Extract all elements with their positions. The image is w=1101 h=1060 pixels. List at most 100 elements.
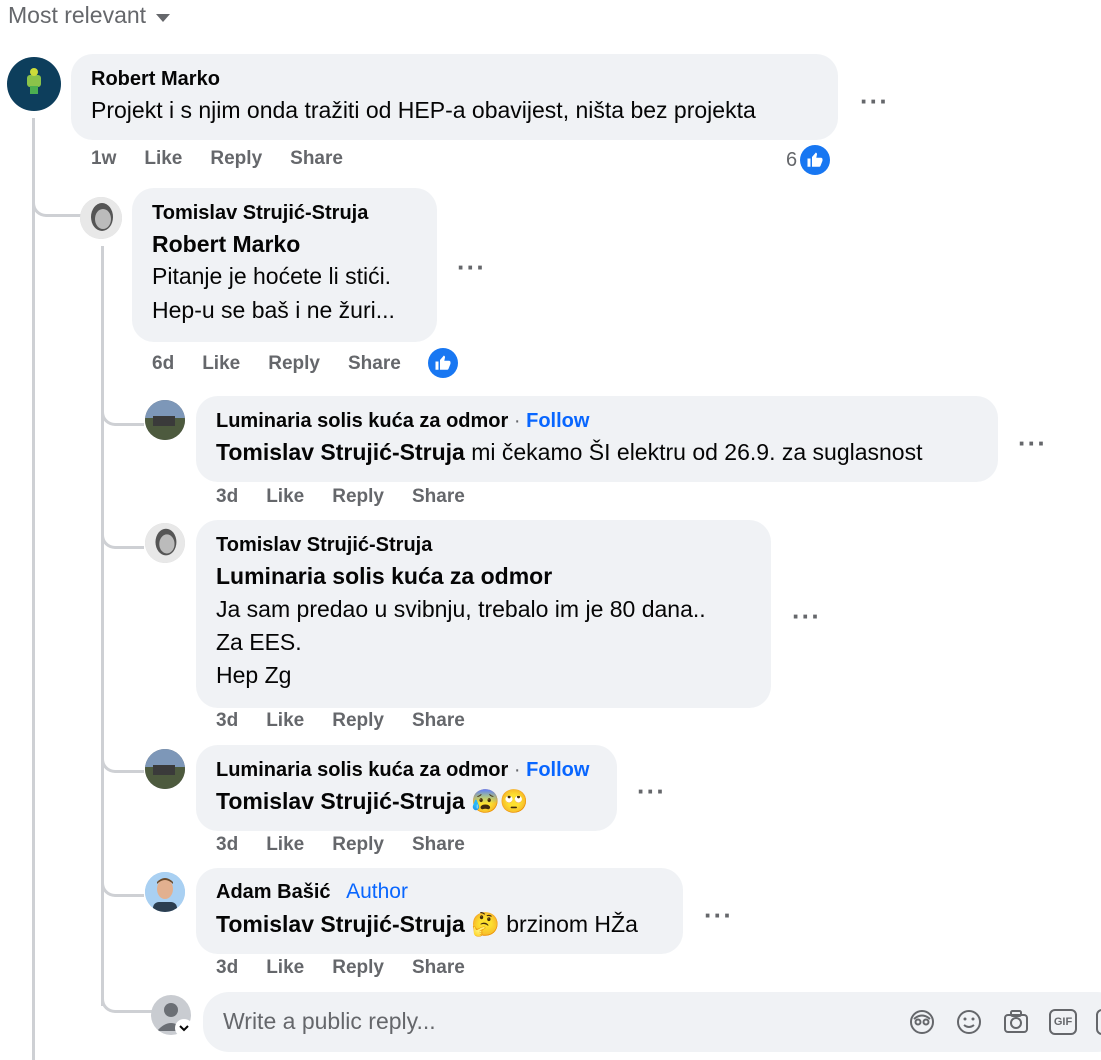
- comment-author[interactable]: Tomislav Strujić-Struja: [216, 534, 432, 557]
- comment-bubble: Tomislav Strujić-Struja Luminaria solis …: [196, 520, 771, 708]
- comment-actions: 3d Like Reply Share: [216, 957, 493, 979]
- camera-icon[interactable]: [1002, 1008, 1030, 1041]
- comment-bubble: Tomislav Strujić-Struja Robert Marko Pit…: [132, 188, 437, 342]
- person-icon: [145, 523, 185, 563]
- photo-icon: [145, 400, 185, 440]
- thread-connector: [101, 856, 144, 897]
- thread-connector: [32, 170, 81, 217]
- comment-actions: 1w Like Reply Share: [91, 148, 371, 170]
- comment-body: Tomislav Strujić-Struja mi čekamo ŠI ele…: [216, 436, 923, 469]
- more-options-button[interactable]: ···: [637, 778, 666, 804]
- share-button[interactable]: Share: [412, 834, 465, 856]
- comment-actions: 3d Like Reply Share: [216, 710, 493, 732]
- comment-bubble: Robert Marko Projekt i s njim onda traži…: [71, 54, 838, 140]
- mention-link[interactable]: Robert Marko: [152, 228, 300, 261]
- reply-input[interactable]: Write a public reply... GIF: [203, 992, 1101, 1052]
- more-options-button[interactable]: ···: [1018, 430, 1047, 456]
- sticker-icon[interactable]: [1096, 1009, 1101, 1035]
- avatar[interactable]: [80, 197, 122, 239]
- like-button[interactable]: Like: [266, 834, 304, 856]
- logo-icon: [27, 68, 41, 94]
- like-button[interactable]: Like: [266, 486, 304, 508]
- mention-link[interactable]: Tomislav Strujić-Struja: [216, 439, 465, 465]
- comment-body: Tomislav Strujić-Struja 🤔 brzinom HŽa: [216, 908, 638, 941]
- reply-button[interactable]: Reply: [210, 148, 262, 170]
- emoji: 😰🙄: [471, 788, 529, 814]
- avatar-sticker-icon[interactable]: [908, 1008, 936, 1041]
- thumbs-up-icon[interactable]: [428, 348, 458, 378]
- avatar[interactable]: [7, 57, 61, 111]
- comment-author[interactable]: Robert Marko: [91, 68, 220, 91]
- avatar[interactable]: [145, 872, 185, 912]
- comment-bubble: Adam Bašić Author Tomislav Strujić-Struj…: [196, 868, 683, 954]
- like-button[interactable]: Like: [266, 710, 304, 732]
- comment-time[interactable]: 3d: [216, 834, 238, 856]
- comment-author[interactable]: Luminaria solis kuća za odmor: [216, 410, 508, 432]
- share-button[interactable]: Share: [290, 148, 343, 170]
- comment-author[interactable]: Adam Bašić: [216, 881, 331, 903]
- comment-bubble: Luminaria solis kuća za odmor · Follow T…: [196, 745, 617, 831]
- comment-time[interactable]: 3d: [216, 486, 238, 508]
- comment-time[interactable]: 3d: [216, 957, 238, 979]
- mention-link[interactable]: Luminaria solis kuća za odmor: [216, 560, 552, 593]
- comment-author[interactable]: Luminaria solis kuća za odmor: [216, 759, 508, 781]
- share-button[interactable]: Share: [412, 957, 465, 979]
- comment-text-line: Hep Zg: [216, 662, 292, 688]
- separator: ·: [513, 759, 521, 781]
- follow-button[interactable]: Follow: [526, 410, 589, 432]
- reply-button[interactable]: Reply: [332, 486, 384, 508]
- thread-line: [32, 118, 35, 1060]
- comment-header: Luminaria solis kuća za odmor · Follow: [216, 410, 589, 433]
- comment-text-line: Pitanje je hoćete li stići.: [152, 263, 392, 289]
- comment-text-line: Ja sam predao u svibnju, trebalo im je 8…: [216, 596, 706, 622]
- like-button[interactable]: Like: [266, 957, 304, 979]
- chevron-down-icon: [175, 1019, 193, 1037]
- sort-label: Most relevant: [8, 2, 147, 28]
- comment-text: mi čekamo ŠI elektru od 26.9. za suglasn…: [471, 439, 923, 465]
- avatar[interactable]: [145, 400, 185, 440]
- caret-down-icon: [156, 13, 171, 22]
- mention-link[interactable]: Tomislav Strujić-Struja: [216, 788, 465, 814]
- gif-icon[interactable]: GIF: [1049, 1009, 1077, 1035]
- account-switcher[interactable]: [151, 995, 195, 1039]
- separator: ·: [513, 410, 521, 432]
- comment-text-line: Za EES.: [216, 629, 302, 655]
- more-options-button[interactable]: ···: [704, 902, 733, 928]
- comment-time[interactable]: 6d: [152, 353, 174, 375]
- more-options-button[interactable]: ···: [792, 603, 821, 629]
- reply-button[interactable]: Reply: [268, 353, 320, 375]
- person-icon: [80, 197, 122, 239]
- reply-button[interactable]: Reply: [332, 710, 384, 732]
- comment-body: Tomislav Strujić-Struja 😰🙄: [216, 785, 528, 818]
- avatar[interactable]: [145, 523, 185, 563]
- reply-button[interactable]: Reply: [332, 957, 384, 979]
- avatar[interactable]: [145, 749, 185, 789]
- thread-connector: [101, 385, 144, 426]
- more-options-button[interactable]: ···: [860, 88, 889, 114]
- comment-text-line: Hep-u se baš i ne žuri...: [152, 297, 395, 323]
- share-button[interactable]: Share: [412, 710, 465, 732]
- reply-button[interactable]: Reply: [332, 834, 384, 856]
- thread-connector: [101, 508, 144, 549]
- thread-connector: [101, 978, 152, 1013]
- emoji-icon[interactable]: [955, 1008, 983, 1041]
- share-button[interactable]: Share: [348, 353, 401, 375]
- reply-placeholder: Write a public reply...: [223, 1008, 436, 1034]
- author-badge: Author: [346, 880, 408, 903]
- sort-dropdown[interactable]: Most relevant: [8, 2, 171, 29]
- photo-icon: [145, 749, 185, 789]
- comment-time[interactable]: 1w: [91, 148, 116, 170]
- comment-actions: 3d Like Reply Share: [216, 834, 493, 856]
- more-options-button[interactable]: ···: [457, 254, 486, 280]
- reactions-summary[interactable]: 6: [786, 145, 831, 175]
- comment-time[interactable]: 3d: [216, 710, 238, 732]
- like-button[interactable]: Like: [144, 148, 182, 170]
- follow-button[interactable]: Follow: [526, 759, 589, 781]
- person-icon: [145, 872, 185, 912]
- comment-actions: 6d Like Reply Share: [152, 353, 429, 375]
- mention-link[interactable]: Tomislav Strujić-Struja: [216, 911, 465, 937]
- gif-label: GIF: [1053, 1016, 1073, 1028]
- like-button[interactable]: Like: [202, 353, 240, 375]
- share-button[interactable]: Share: [412, 486, 465, 508]
- comment-author[interactable]: Tomislav Strujić-Struja: [152, 202, 368, 225]
